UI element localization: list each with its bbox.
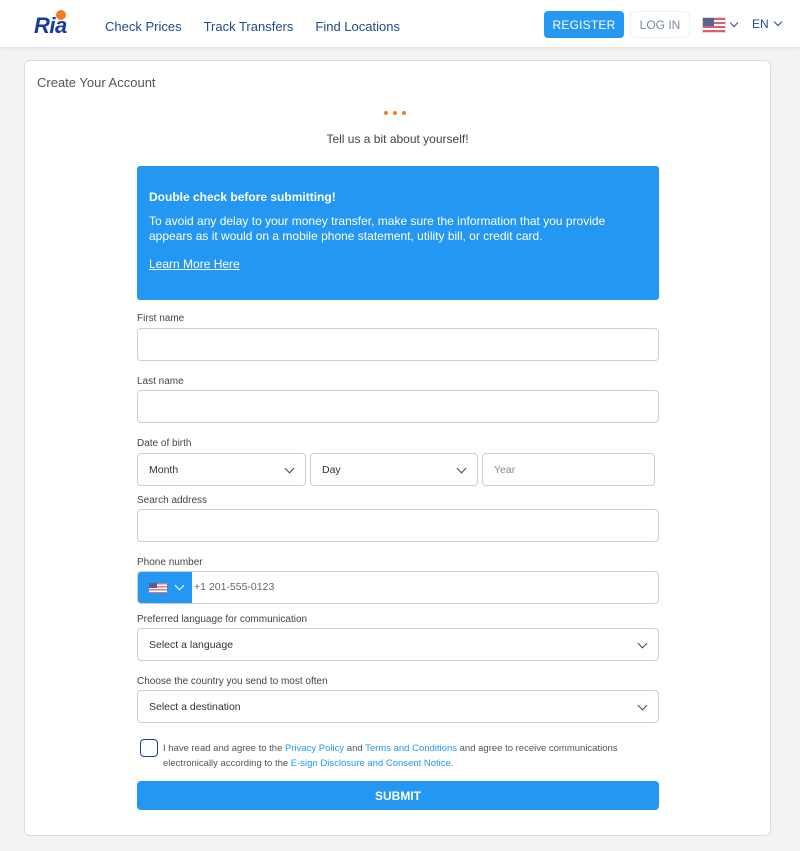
phone-input[interactable]: +1 201-555-0123 [137, 571, 659, 604]
chevron-down-icon [456, 463, 467, 474]
us-flag-icon [702, 17, 726, 33]
info-body: To avoid any delay to your money transfe… [149, 214, 606, 243]
chevron-down-icon [729, 18, 739, 28]
language-value: Select a language [149, 638, 234, 651]
destination-label: Choose the country you send to most ofte… [137, 676, 328, 687]
ria-logo[interactable]: Ria [34, 10, 78, 38]
card-title: Create Your Account [37, 75, 156, 90]
info-heading: Double check before submitting! [149, 190, 336, 204]
dob-day-select[interactable]: Day [310, 453, 478, 486]
country-selector[interactable] [702, 17, 739, 33]
login-button[interactable]: LOG IN [630, 11, 690, 38]
main-nav: Check Prices Track Transfers Find Locati… [105, 19, 400, 34]
consent-text-part: . [450, 758, 454, 769]
address-label: Search address [137, 495, 208, 506]
nav-track-transfers[interactable]: Track Transfers [204, 19, 294, 34]
submit-button[interactable]: SUBMIT [137, 781, 659, 810]
consent-text-part: and [344, 743, 366, 754]
language-select[interactable]: Select a language [137, 628, 659, 661]
step-indicator [384, 111, 406, 115]
dob-month-value: Month [149, 463, 179, 476]
card-subtitle: Tell us a bit about yourself! [326, 132, 469, 146]
info-box: Double check before submitting! To avoid… [137, 166, 659, 300]
dob-month-select[interactable]: Month [137, 453, 306, 486]
learn-more-link[interactable]: Learn More Here [149, 257, 240, 271]
privacy-policy-link[interactable]: Privacy Policy [285, 743, 344, 754]
nav-check-prices[interactable]: Check Prices [105, 19, 182, 34]
esign-disclosure-link[interactable]: E-sign Disclosure and Consent Notice [291, 758, 451, 769]
terms-link[interactable]: Terms and Conditions [365, 743, 457, 754]
consent-text-part: I have read and agree to the [163, 743, 286, 754]
destination-value: Select a destination [149, 700, 241, 713]
consent-checkbox[interactable] [140, 739, 158, 757]
language-selector[interactable]: EN [752, 17, 782, 31]
destination-select[interactable]: Select a destination [137, 690, 659, 723]
chevron-down-icon [637, 700, 648, 711]
first-name-label: First name [137, 313, 185, 324]
dob-day-value: Day [322, 463, 341, 476]
chevron-down-icon [174, 580, 185, 591]
consent-text: I have read and agree to the Privacy Pol… [163, 741, 633, 771]
phone-label: Phone number [137, 557, 203, 568]
top-nav-bar: Ria Check Prices Track Transfers Find Lo… [0, 0, 800, 48]
address-search-input[interactable] [137, 509, 659, 542]
nav-find-locations[interactable]: Find Locations [315, 19, 400, 34]
register-button[interactable]: REGISTER [544, 11, 624, 38]
dob-year-placeholder: Year [494, 463, 516, 476]
logo-ball-icon [56, 10, 66, 20]
chevron-down-icon [773, 17, 782, 27]
dob-year-input[interactable]: Year [482, 453, 655, 486]
language-label: Preferred language for communication [137, 614, 308, 625]
phone-country-code-select[interactable] [138, 572, 192, 603]
phone-placeholder: +1 201-555-0123 [194, 581, 275, 593]
chevron-down-icon [637, 638, 648, 649]
last-name-label: Last name [137, 376, 184, 387]
language-code: EN [752, 17, 769, 31]
us-flag-icon [149, 582, 167, 593]
dob-label: Date of birth [137, 438, 192, 449]
create-account-card: Create Your Account Tell us a bit about … [24, 60, 771, 836]
last-name-input[interactable] [137, 390, 659, 423]
first-name-input[interactable] [137, 328, 659, 361]
chevron-down-icon [284, 463, 295, 474]
